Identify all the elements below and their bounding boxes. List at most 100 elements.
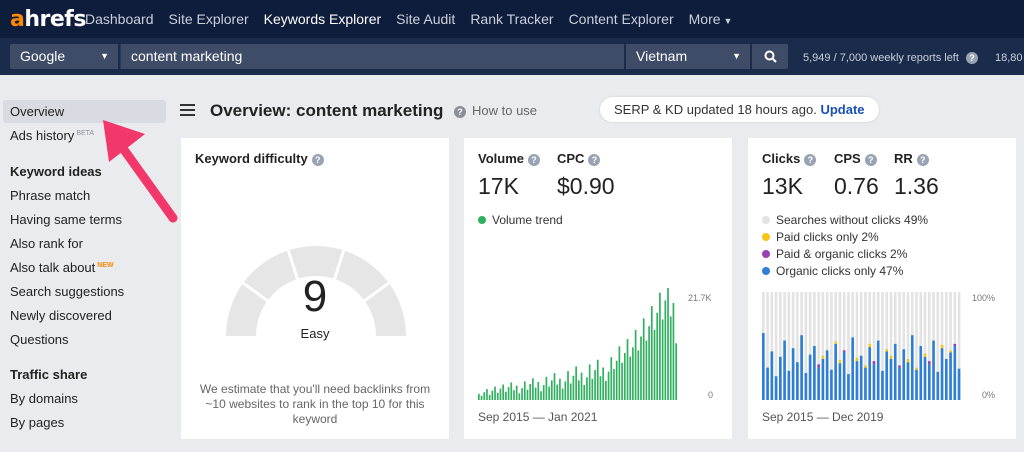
sidebar-item-newly-discovered[interactable]: Newly discovered	[10, 308, 112, 323]
clicks-axis-max: 100%	[972, 293, 996, 303]
volume-bar	[486, 389, 488, 400]
nav-more[interactable]: More ▼	[689, 11, 733, 27]
menu-icon[interactable]	[180, 104, 195, 119]
sidebar-item-also-rank-for[interactable]: Also rank for	[10, 236, 83, 251]
volume-bar	[478, 393, 480, 400]
volume-bar	[618, 346, 621, 400]
volume-bar	[545, 376, 548, 400]
organic-click-bar	[800, 335, 803, 400]
sidebar-item-search-suggestions[interactable]: Search suggestions	[10, 284, 124, 299]
organic-click-bar	[783, 340, 786, 400]
nav-rank-tracker[interactable]: Rank Tracker	[470, 11, 553, 27]
kd-note: We estimate that you'll need backlinks f…	[199, 382, 431, 426]
volume-bar	[483, 392, 486, 400]
paid-click-bar	[940, 344, 944, 349]
volume-bar	[580, 372, 583, 400]
volume-bar	[650, 306, 653, 400]
paid-organic-click-bar	[927, 361, 931, 365]
sidebar-item-ads-history[interactable]: Ads history BETA	[10, 128, 94, 143]
volume-bar	[513, 390, 515, 400]
update-link[interactable]: Update	[820, 102, 864, 117]
organic-click-bar	[796, 362, 799, 400]
clicks-date-range: Sep 2015 — Dec 2019	[762, 410, 884, 424]
organic-click-bar	[766, 367, 769, 400]
ahrefs-logo[interactable]: ahrefs	[10, 7, 86, 32]
volume-bar	[529, 384, 532, 400]
sidebar-item-questions[interactable]: Questions	[10, 332, 69, 347]
volume-bar	[526, 389, 529, 400]
sidebar-item-overview[interactable]: Overview	[10, 104, 64, 119]
new-badge: NEW	[97, 261, 114, 269]
help-icon[interactable]: ?	[966, 52, 978, 65]
paid-click-bar	[949, 350, 952, 353]
beta-badge: BETA	[76, 129, 95, 137]
legend-dot	[762, 216, 770, 224]
search-icon	[764, 50, 777, 63]
help-icon[interactable]: ?	[804, 153, 817, 166]
volume-axis-max: 21.7K	[688, 293, 712, 303]
sidebar-item-phrase-match[interactable]: Phrase match	[10, 188, 90, 203]
volume-bar	[534, 387, 537, 400]
kd-label: Easy	[300, 326, 330, 341]
organic-click-bar	[813, 346, 816, 400]
sidebar-item-also-talk-about[interactable]: Also talk about NEW	[10, 260, 114, 275]
nav-site-explorer[interactable]: Site Explorer	[169, 11, 249, 27]
reports-left: 5,949 / 7,000 weekly reports left ?	[803, 52, 978, 65]
organic-click-bar	[855, 361, 859, 400]
paid-click-bar	[915, 367, 918, 370]
search-button[interactable]	[752, 44, 788, 69]
volume-bar	[591, 378, 594, 400]
organic-click-bar	[923, 356, 927, 400]
how-to-use-link[interactable]: ? How to use	[454, 103, 537, 118]
volume-bar	[548, 386, 550, 400]
organic-click-bar	[779, 356, 782, 400]
sidebar-item-by-pages[interactable]: By pages	[10, 415, 64, 430]
caret-down-icon: ▼	[732, 51, 741, 61]
volume-bar	[540, 391, 542, 400]
organic-click-bar	[762, 333, 765, 400]
volume-bar	[594, 370, 596, 400]
help-icon[interactable]: ?	[311, 153, 324, 166]
organic-click-bar	[830, 369, 833, 400]
volume-bar	[507, 387, 510, 400]
country-select[interactable]: Vietnam ▼	[626, 44, 750, 69]
organic-click-bar	[927, 364, 931, 400]
volume-bar	[672, 302, 675, 400]
volume-value: 17K	[478, 173, 519, 199]
help-icon[interactable]: ?	[916, 153, 929, 166]
help-icon[interactable]: ?	[528, 153, 540, 166]
volume-bar	[564, 381, 567, 400]
kd-value: 9	[302, 272, 328, 321]
volume-bar	[521, 388, 523, 400]
help-icon[interactable]: ?	[588, 153, 601, 166]
nav-dashboard[interactable]: Dashboard	[85, 11, 154, 27]
organic-click-bar	[915, 369, 918, 400]
help-icon[interactable]: ?	[864, 153, 877, 166]
organic-click-bar	[774, 376, 778, 400]
sidebar-heading-traffic-share: Traffic share	[10, 367, 88, 382]
clicks-title: Clicks?	[762, 151, 817, 166]
keyword-input[interactable]: content marketing	[120, 44, 624, 69]
organic-click-bar	[808, 354, 812, 400]
volume-bar	[583, 385, 586, 400]
organic-click-bar	[770, 351, 774, 400]
volume-bar	[661, 319, 664, 400]
organic-click-bar	[953, 346, 957, 400]
volume-bar	[607, 371, 610, 400]
nav-site-audit[interactable]: Site Audit	[396, 11, 455, 27]
legend-dot	[762, 233, 770, 241]
nav-content-explorer[interactable]: Content Explorer	[569, 11, 674, 27]
help-icon: ?	[454, 105, 466, 118]
paid-organic-click-bar	[953, 343, 957, 346]
rr-title: RR?	[894, 151, 929, 166]
search-engine-select[interactable]: Google ▼	[10, 44, 118, 69]
organic-click-bar	[872, 364, 876, 400]
organic-click-bar	[893, 343, 897, 400]
volume-bar	[602, 367, 604, 400]
sidebar-item-by-domains[interactable]: By domains	[10, 391, 78, 406]
volume-bar	[537, 381, 540, 400]
volume-bar	[621, 362, 623, 400]
organic-click-bar	[902, 349, 906, 400]
nav-keywords-explorer[interactable]: Keywords Explorer	[264, 11, 382, 27]
volume-bar	[496, 392, 499, 400]
